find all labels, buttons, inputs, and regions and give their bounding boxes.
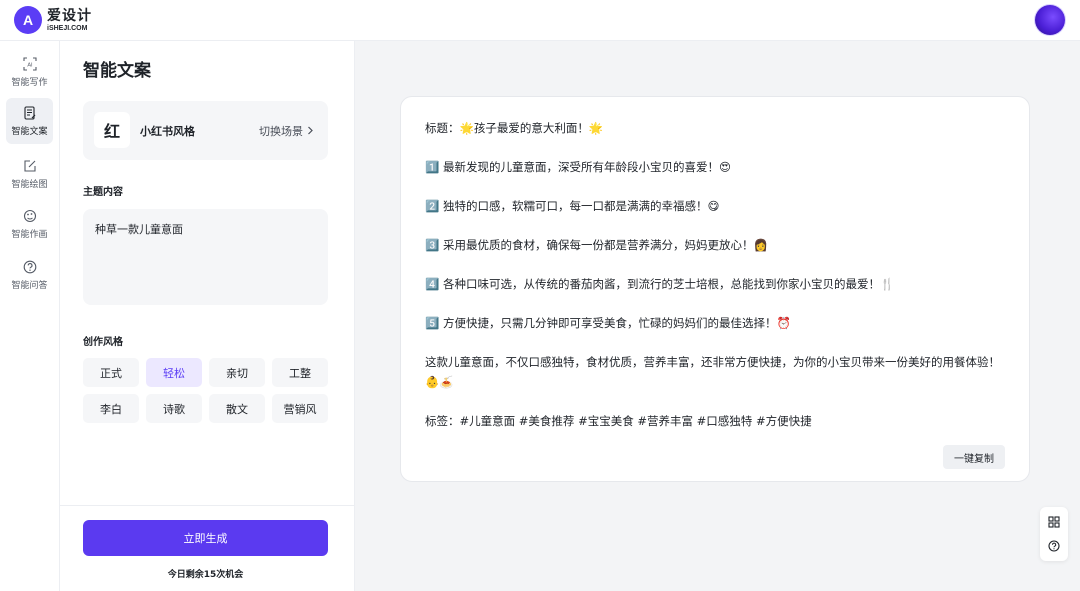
result-tags: 标签：#儿童意面 #美食推荐 #宝宝美食 #营养丰富 #口感独特 #方便快捷: [425, 414, 812, 428]
brand-name-cn: 爱设计: [47, 7, 92, 24]
style-option-poetry[interactable]: 诗歌: [146, 394, 202, 423]
result-point-3: 3️⃣ 采用最优质的食材，确保每一份都是营养满分，妈妈更放心！👩: [425, 238, 768, 252]
nav-item-copywriting[interactable]: 智能文案: [6, 98, 53, 144]
nav-item-painting[interactable]: 智能作画: [6, 201, 53, 247]
user-avatar[interactable]: [1035, 5, 1065, 35]
nav-item-ai-write[interactable]: AI 智能写作: [6, 49, 53, 95]
brand-logo[interactable]: A 爱设计 iSHEJI.COM: [14, 6, 92, 34]
style-option-marketing[interactable]: 营销风: [272, 394, 328, 423]
logo-text: 爱设计 iSHEJI.COM: [47, 9, 92, 32]
divider: [60, 505, 355, 506]
nav-item-drawing[interactable]: 智能绘图: [6, 151, 53, 197]
chevron-right-icon: [307, 125, 314, 138]
grid-icon[interactable]: [1047, 515, 1061, 529]
nav-label: 智能作画: [11, 229, 48, 240]
result-point-5: 5️⃣ 方便快捷，只需几分钟即可享受美食，忙碌的妈妈们的最佳选择！⏰: [425, 316, 791, 330]
help-icon[interactable]: [1047, 539, 1061, 553]
scene-name: 小红书风格: [140, 125, 195, 138]
copy-button[interactable]: 一键复制: [943, 445, 1005, 469]
nav-label: 智能文案: [11, 126, 48, 137]
style-option-neat[interactable]: 工整: [272, 358, 328, 387]
topic-input[interactable]: 种草一款儿童意面: [83, 209, 328, 305]
switch-scene-button[interactable]: 切换场景: [259, 123, 314, 139]
nav-label: 智能写作: [11, 77, 48, 88]
question-icon: [23, 260, 37, 274]
logo-mark-icon: A: [14, 6, 42, 34]
result-summary: 这款儿童意面，不仅口感独特，食材优质，营养丰富，还非常方便快捷，为你的小宝贝带来…: [425, 355, 1000, 389]
generate-button[interactable]: 立即生成: [83, 520, 328, 556]
style-label: 创作风格: [83, 337, 123, 348]
switch-scene-label: 切换场景: [259, 125, 303, 138]
config-panel: 智能文案 红 小红书风格 切换场景 主题内容 种草一款儿童意面 创作风格 正式 …: [60, 41, 355, 591]
nav-label: 智能问答: [11, 280, 48, 291]
drawing-icon: [23, 159, 37, 173]
floating-toolbar: [1040, 507, 1068, 561]
copywriting-icon: [23, 105, 37, 120]
style-options: 正式 轻松 亲切 工整 李白 诗歌 散文 营销风: [83, 358, 328, 423]
style-option-formal[interactable]: 正式: [83, 358, 139, 387]
nav-label: 智能绘图: [11, 179, 48, 190]
nav-item-qa[interactable]: 智能问答: [6, 252, 53, 298]
painting-icon: [23, 209, 37, 223]
result-point-1: 1️⃣ 最新发现的儿童意面，深受所有年龄段小宝贝的喜爱！😍: [425, 160, 731, 174]
top-bar: A 爱设计 iSHEJI.COM: [0, 0, 1080, 41]
style-option-libai[interactable]: 李白: [83, 394, 139, 423]
ai-write-icon: AI: [22, 56, 37, 71]
xiaohongshu-icon: 红: [94, 112, 130, 148]
svg-text:AI: AI: [27, 62, 33, 68]
scene-card[interactable]: 红 小红书风格 切换场景: [83, 101, 328, 160]
topic-label: 主题内容: [83, 187, 123, 198]
result-point-2: 2️⃣ 独特的口感，软糯可口，每一口都是满满的幸福感！😋: [425, 199, 720, 213]
style-option-relaxed[interactable]: 轻松: [146, 358, 202, 387]
style-option-prose[interactable]: 散文: [209, 394, 265, 423]
result-title-line: 标题：🌟孩子最爱的意大利面！🌟: [425, 121, 604, 135]
style-option-friendly[interactable]: 亲切: [209, 358, 265, 387]
brand-name-en: iSHEJI.COM: [47, 24, 88, 32]
left-nav: AI 智能写作 智能文案 智能绘图 智能作画 智能问答: [0, 41, 60, 591]
result-point-4: 4️⃣ 各种口味可选，从传统的番茄肉酱，到流行的芝士培根，总能找到你家小宝贝的最…: [425, 277, 895, 291]
page-title: 智能文案: [83, 61, 151, 81]
remaining-count: 今日剩余15次机会: [167, 570, 244, 580]
result-card: 标题：🌟孩子最爱的意大利面！🌟 1️⃣ 最新发现的儿童意面，深受所有年龄段小宝贝…: [400, 96, 1030, 482]
